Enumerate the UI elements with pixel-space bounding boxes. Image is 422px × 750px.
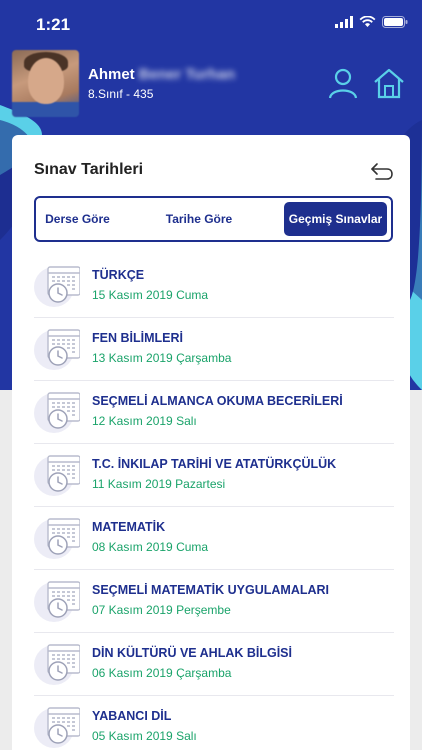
exam-date-value: 08 Kasım 2019 [92,540,173,554]
exam-day: Çarşamba [176,351,232,365]
exam-dates-card: Sınav Tarihleri Derse Göre Tarihe Göre G… [12,135,410,750]
status-time: 1:21 [36,15,71,34]
exam-day: Cuma [176,288,209,302]
exam-day: Salı [176,414,197,428]
exam-date-value: 07 Kasım 2019 [92,603,173,617]
exam-day: Pazartesi [175,477,226,491]
calendar-clock-icon [34,518,80,559]
tab-by-subject[interactable]: Derse Göre [40,202,115,236]
battery-icon [382,16,408,28]
profile-name: Ahmet Bener Turhan [88,66,235,83]
exam-date-value: 11 Kasım 2019 [92,477,172,491]
exam-date-value: 13 Kasım 2019 [92,351,173,365]
exam-list-item[interactable]: SEÇMELİ ALMANCA OKUMA BECERİLERİ 12 Kası… [34,381,394,444]
exam-list: TÜRKÇE 15 Kasım 2019 Cuma FEN BİLİMLERİ … [34,255,394,750]
user-icon[interactable] [326,66,360,100]
profile-last-name-blurred: Bener Turhan [138,66,236,83]
card-title: Sınav Tarihleri [34,161,144,178]
exam-list-item[interactable]: YABANCI DİL 05 Kasım 2019 Salı [34,696,394,750]
calendar-clock-icon [34,644,80,685]
exam-date: 15 Kasım 2019 Cuma [92,288,208,302]
profile-class-info: 8.Sınıf - 435 [88,87,154,101]
exam-date: 07 Kasım 2019 Perşembe [92,603,231,617]
profile-first-name: Ahmet [88,66,135,83]
calendar-clock-icon [34,329,80,370]
exam-name: DİN KÜLTÜRÜ VE AHLAK BİLGİSİ [92,646,292,660]
signal-icon [335,16,353,28]
exam-date: 08 Kasım 2019 Cuma [92,540,208,554]
exam-name: YABANCI DİL [92,709,172,723]
exam-date-value: 05 Kasım 2019 [92,729,173,743]
calendar-clock-icon [34,392,80,433]
calendar-clock-icon [34,581,80,622]
exam-date: 05 Kasım 2019 Salı [92,729,197,743]
exam-name: MATEMATİK [92,520,166,534]
exam-name: FEN BİLİMLERİ [92,331,183,345]
wifi-icon [359,16,376,27]
tab-past-exams[interactable]: Geçmiş Sınavlar [284,202,387,236]
avatar[interactable] [12,50,79,117]
exam-list-item[interactable]: MATEMATİK 08 Kasım 2019 Cuma [34,507,394,570]
exam-name: SEÇMELİ ALMANCA OKUMA BECERİLERİ [92,394,343,408]
exam-name: TÜRKÇE [92,268,145,282]
exam-name: SEÇMELİ MATEMATİK UYGULAMALARI [92,583,330,597]
exam-date: 06 Kasım 2019 Çarşamba [92,666,231,680]
exam-date-value: 12 Kasım 2019 [92,414,173,428]
exam-list-item[interactable]: T.C. İNKILAP TARİHİ VE ATATÜRKÇÜLÜK 11 K… [34,444,394,507]
filter-tabs: Derse Göre Tarihe Göre Geçmiş Sınavlar [34,196,393,242]
exam-list-item[interactable]: SEÇMELİ MATEMATİK UYGULAMALARI 07 Kasım … [34,570,394,633]
exam-day: Çarşamba [176,666,232,680]
calendar-clock-icon [34,455,80,496]
exam-day: Salı [176,729,197,743]
exam-list-item[interactable]: FEN BİLİMLERİ 13 Kasım 2019 Çarşamba [34,318,394,381]
tab-by-date[interactable]: Tarihe Göre [154,202,244,236]
exam-list-item[interactable]: DİN KÜLTÜRÜ VE AHLAK BİLGİSİ 06 Kasım 20… [34,633,394,696]
exam-name: T.C. İNKILAP TARİHİ VE ATATÜRKÇÜLÜK [92,457,337,471]
back-arrow-icon[interactable] [370,161,394,181]
exam-date: 12 Kasım 2019 Salı [92,414,197,428]
exam-date: 11 Kasım 2019 Pazartesi [92,477,225,491]
exam-date-value: 06 Kasım 2019 [92,666,173,680]
home-icon[interactable] [372,66,406,100]
exam-date-value: 15 Kasım 2019 [92,288,173,302]
status-bar: 1:21 [0,0,422,46]
exam-day: Cuma [176,540,209,554]
calendar-clock-icon [34,707,80,748]
exam-list-item[interactable]: TÜRKÇE 15 Kasım 2019 Cuma [34,255,394,318]
calendar-clock-icon [34,266,80,307]
exam-day: Perşembe [176,603,231,617]
exam-date: 13 Kasım 2019 Çarşamba [92,351,231,365]
